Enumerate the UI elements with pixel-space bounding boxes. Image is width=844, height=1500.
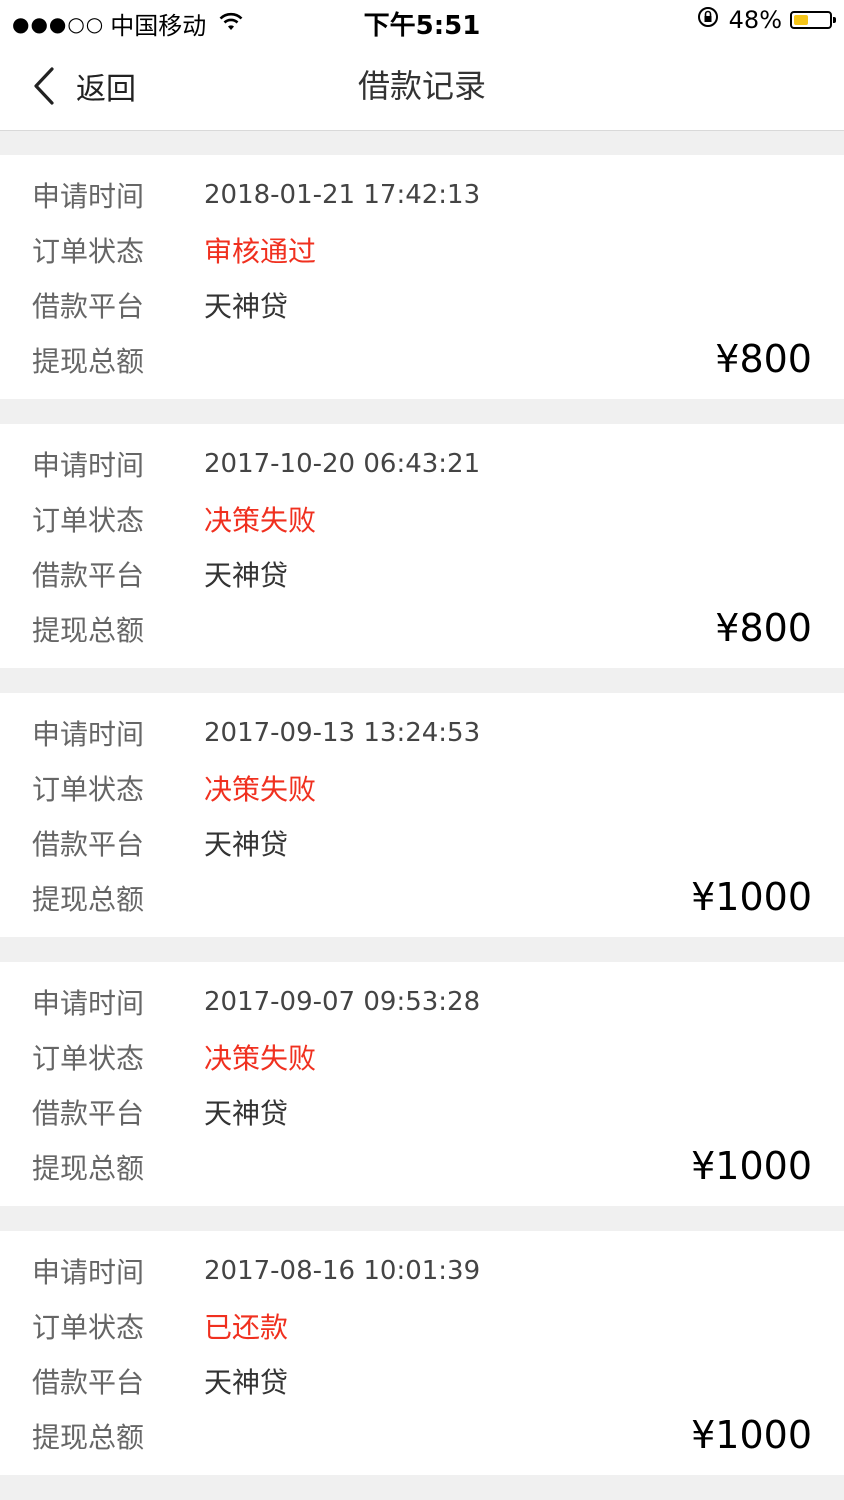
loan-record-card-4[interactable]: 申请时间 2017-09-07 09:53:28 订单状态 决策失败 借款平台 … xyxy=(0,962,844,1206)
order-status-label: 订单状态 xyxy=(32,235,145,268)
platform-label: 借款平台 xyxy=(32,559,145,592)
order-status-row: 订单状态 决策失败 xyxy=(32,1035,812,1079)
apply-time-row: 申请时间 2017-08-16 10:01:39 xyxy=(32,1249,812,1293)
status-bar-right: 48% xyxy=(697,6,836,34)
platform-label: 借款平台 xyxy=(32,290,145,323)
apply-time-row: 申请时间 2017-09-13 13:24:53 xyxy=(32,711,812,755)
platform-row: 借款平台 天神贷 xyxy=(32,552,812,596)
apply-time-value: 2017-08-16 10:01:39 xyxy=(204,1256,481,1286)
order-status-label: 订单状态 xyxy=(32,504,145,537)
order-status-label: 订单状态 xyxy=(32,773,145,806)
rotation-lock-icon xyxy=(697,6,719,34)
platform-value: 天神贷 xyxy=(204,1366,289,1399)
total-amount-label: 提现总额 xyxy=(32,883,145,916)
total-amount-value: ¥800 xyxy=(715,606,812,650)
battery-fill xyxy=(794,15,809,25)
navigation-bar: 返回 借款记录 xyxy=(0,42,844,131)
loan-record-card-5[interactable]: 申请时间 2017-08-16 10:01:39 订单状态 已还款 借款平台 天… xyxy=(0,1231,844,1475)
apply-time-value: 2017-09-13 13:24:53 xyxy=(204,718,481,748)
status-bar: ●●●○○ 中国移动 下午5:51 48% xyxy=(0,0,844,42)
apply-time-value: 2017-09-07 09:53:28 xyxy=(204,987,481,1017)
apply-time-row: 申请时间 2018-01-21 17:42:13 xyxy=(32,173,812,217)
apply-time-label: 申请时间 xyxy=(32,987,145,1020)
apply-time-row: 申请时间 2017-10-20 06:43:21 xyxy=(32,442,812,486)
platform-label: 借款平台 xyxy=(32,828,145,861)
total-amount-row: 提现总额 xyxy=(32,607,812,651)
platform-row: 借款平台 天神贷 xyxy=(32,821,812,865)
battery-percent: 48% xyxy=(728,6,782,34)
loan-record-card-2[interactable]: 申请时间 2017-10-20 06:43:21 订单状态 决策失败 借款平台 … xyxy=(0,424,844,668)
order-status-value: 审核通过 xyxy=(204,235,317,268)
platform-value: 天神贷 xyxy=(204,559,289,592)
order-status-row: 订单状态 审核通过 xyxy=(32,228,812,272)
loan-record-card-3[interactable]: 申请时间 2017-09-13 13:24:53 订单状态 决策失败 借款平台 … xyxy=(0,693,844,937)
apply-time-value: 2017-10-20 06:43:21 xyxy=(204,449,481,479)
back-label: 返回 xyxy=(76,72,136,107)
order-status-value: 决策失败 xyxy=(204,1042,317,1075)
platform-label: 借款平台 xyxy=(32,1366,145,1399)
apply-time-label: 申请时间 xyxy=(32,449,145,482)
platform-row: 借款平台 天神贷 xyxy=(32,1359,812,1403)
total-amount-label: 提现总额 xyxy=(32,614,145,647)
order-status-value: 决策失败 xyxy=(204,504,317,537)
platform-label: 借款平台 xyxy=(32,1097,145,1130)
apply-time-row: 申请时间 2017-09-07 09:53:28 xyxy=(32,980,812,1024)
order-status-value: 决策失败 xyxy=(204,773,317,806)
order-status-value: 已还款 xyxy=(204,1311,289,1344)
order-status-row: 订单状态 已还款 xyxy=(32,1304,812,1348)
platform-row: 借款平台 天神贷 xyxy=(32,1090,812,1134)
loan-record-list: 申请时间 2018-01-21 17:42:13 订单状态 审核通过 借款平台 … xyxy=(0,155,844,1500)
loan-record-card-1[interactable]: 申请时间 2018-01-21 17:42:13 订单状态 审核通过 借款平台 … xyxy=(0,155,844,399)
order-status-label: 订单状态 xyxy=(32,1311,145,1344)
order-status-label: 订单状态 xyxy=(32,1042,145,1075)
total-amount-value: ¥800 xyxy=(715,337,812,381)
total-amount-value: ¥1000 xyxy=(691,1144,812,1188)
total-amount-label: 提现总额 xyxy=(32,345,145,378)
battery-icon xyxy=(790,11,836,29)
apply-time-label: 申请时间 xyxy=(32,1256,145,1289)
order-status-row: 订单状态 决策失败 xyxy=(32,766,812,810)
total-amount-value: ¥1000 xyxy=(691,1413,812,1457)
apply-time-label: 申请时间 xyxy=(32,180,145,213)
apply-time-label: 申请时间 xyxy=(32,718,145,751)
total-amount-label: 提现总额 xyxy=(32,1421,145,1454)
back-button[interactable]: 返回 xyxy=(30,42,136,130)
total-amount-label: 提现总额 xyxy=(32,1152,145,1185)
platform-row: 借款平台 天神贷 xyxy=(32,283,812,327)
platform-value: 天神贷 xyxy=(204,290,289,323)
platform-value: 天神贷 xyxy=(204,1097,289,1130)
total-amount-row: 提现总额 xyxy=(32,338,812,382)
chevron-left-icon xyxy=(34,67,54,105)
apply-time-value: 2018-01-21 17:42:13 xyxy=(204,180,481,210)
platform-value: 天神贷 xyxy=(204,828,289,861)
total-amount-value: ¥1000 xyxy=(691,875,812,919)
order-status-row: 订单状态 决策失败 xyxy=(32,497,812,541)
